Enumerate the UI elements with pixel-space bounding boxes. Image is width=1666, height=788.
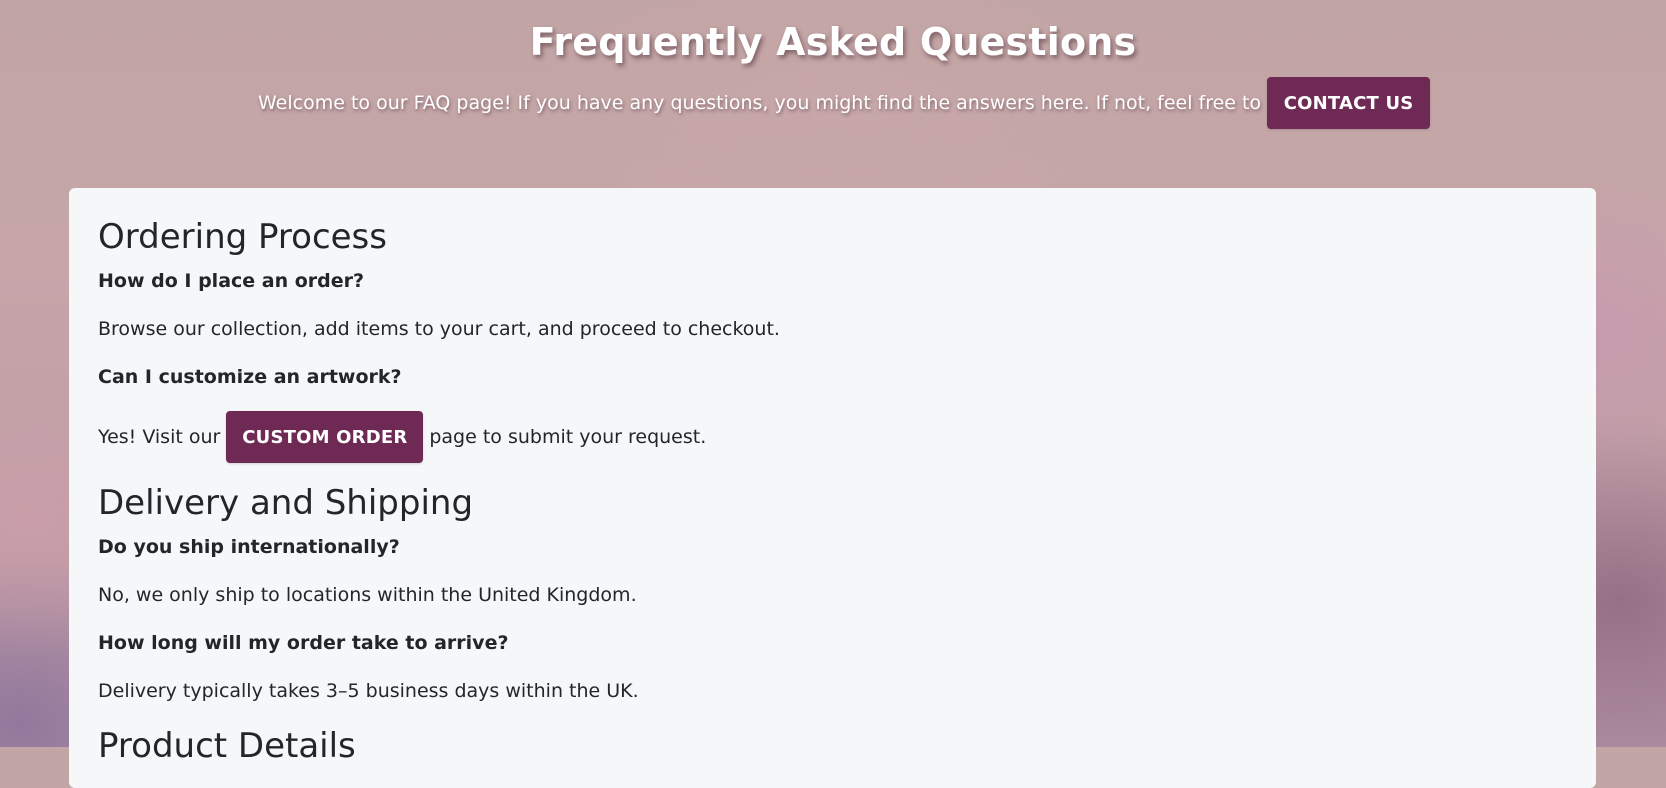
custom-order-button[interactable]: CUSTOM ORDER xyxy=(226,411,424,463)
section-title-ordering: Ordering Process xyxy=(98,217,387,257)
faq-answer: Delivery typically takes 3–5 business da… xyxy=(98,680,639,702)
section-title-delivery: Delivery and Shipping xyxy=(98,483,474,523)
faq-question: How do I place an order? xyxy=(98,270,365,292)
page-title: Frequently Asked Questions xyxy=(529,20,1137,64)
faq-card: Ordering Process How do I place an order… xyxy=(69,188,1596,788)
section-title-product: Product Details xyxy=(98,726,356,766)
faq-answer: Yes! Visit our CUSTOM ORDER page to subm… xyxy=(98,411,706,463)
answer-text-before: Yes! Visit our xyxy=(98,426,221,448)
answer-text-after: page to submit your request. xyxy=(429,426,707,448)
intro-line: Welcome to our FAQ page! If you have any… xyxy=(258,77,1431,129)
faq-question: Do you ship internationally? xyxy=(98,536,400,558)
faq-question: Can I customize an artwork? xyxy=(98,366,402,388)
faq-answer: No, we only ship to locations within the… xyxy=(98,584,637,606)
faq-question: How long will my order take to arrive? xyxy=(98,632,509,654)
faq-answer: Browse our collection, add items to your… xyxy=(98,318,780,340)
contact-us-button[interactable]: CONTACT US xyxy=(1267,77,1431,129)
intro-text: Welcome to our FAQ page! If you have any… xyxy=(258,92,1262,114)
